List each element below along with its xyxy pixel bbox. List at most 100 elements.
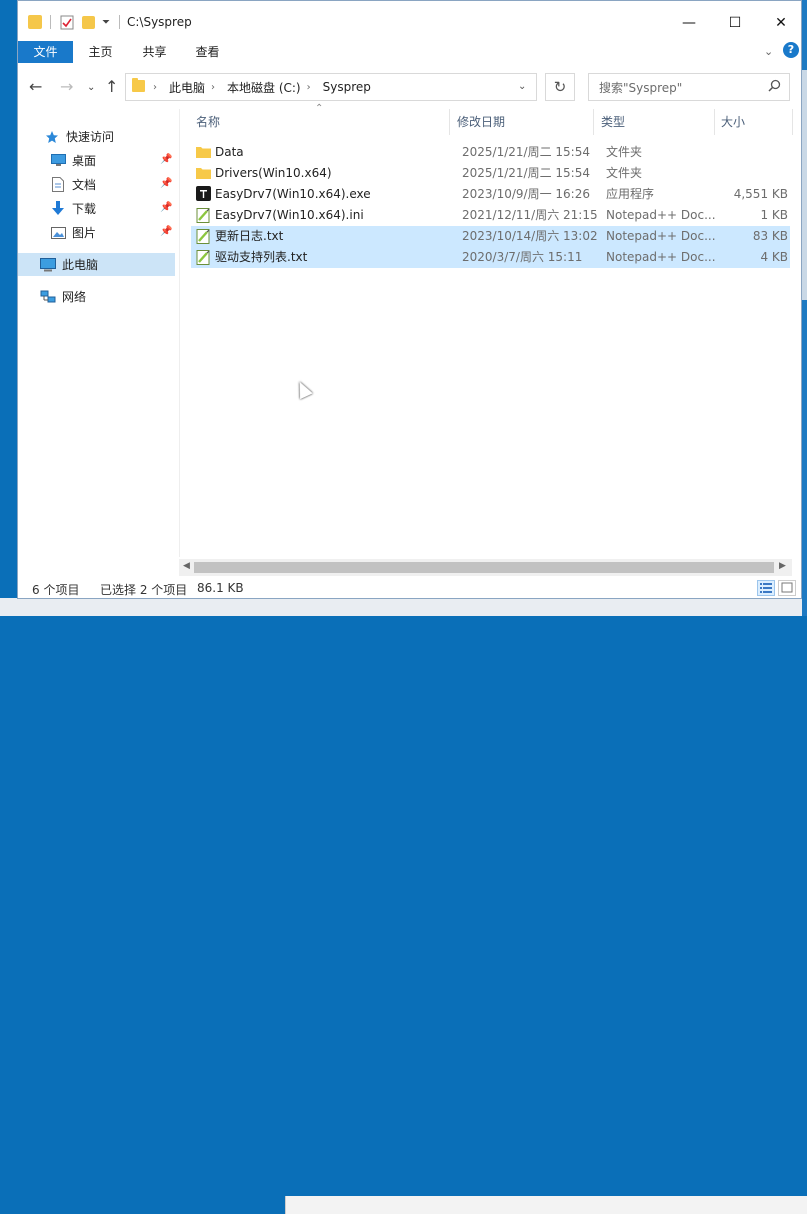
column-divider[interactable]: [449, 109, 450, 135]
file-modified: 2023/10/14/周六 13:02: [462, 229, 598, 243]
window-folder-icon: [28, 13, 42, 31]
table-row[interactable]: Data 2025/1/21/周二 15:54 文件夹: [191, 142, 790, 163]
details-view-button[interactable]: [757, 580, 775, 596]
search-input[interactable]: 搜索"Sysprep": [599, 79, 768, 96]
horizontal-scrollbar[interactable]: ◀ ▶: [179, 559, 792, 576]
tab-file[interactable]: 文件: [18, 41, 73, 63]
column-header-size[interactable]: 大小: [721, 109, 745, 135]
star-icon: [44, 129, 60, 145]
address-bar[interactable]: › 此电脑 › 本地磁盘 (C:) › Sysprep: [125, 73, 537, 101]
ribbon-expand-icon[interactable]: ⌄: [764, 45, 773, 58]
selection-size: 86.1 KB: [197, 581, 244, 595]
explorer-window: ⏷ C:\Sysprep — ☐ ✕ 文件 主页 共享 查看 ⌄ ? ← → ⌄…: [17, 0, 802, 599]
background-window-edge: [802, 0, 807, 616]
file-type: 文件夹: [606, 166, 643, 180]
scroll-right-icon[interactable]: ▶: [779, 561, 786, 571]
sidebar-item-desktop[interactable]: 桌面: [50, 149, 174, 172]
title-separator: [119, 13, 120, 31]
title-bar: ⏷ C:\Sysprep — ☐ ✕: [18, 1, 801, 41]
sidebar-item-network[interactable]: 网络: [40, 285, 174, 308]
file-type: 文件夹: [606, 145, 643, 159]
column-divider[interactable]: [714, 109, 715, 135]
application-icon: [196, 186, 211, 203]
column-divider[interactable]: [792, 109, 793, 135]
file-name: Data: [215, 145, 244, 159]
file-name: 驱动支持列表.txt: [215, 250, 308, 264]
sidebar-item-label: 快速访问: [66, 130, 115, 144]
tab-share[interactable]: 共享: [128, 41, 181, 63]
sidebar-item-this-pc[interactable]: 此电脑: [18, 253, 175, 276]
file-list: ⌃ 名称 修改日期 类型 大小 Data 2025/1/21/周二 15:54 …: [179, 103, 793, 559]
download-icon: [50, 201, 66, 217]
file-modified: 2020/3/7/周六 15:11: [462, 250, 583, 264]
notepad-file-icon: [196, 207, 211, 224]
pin-icon[interactable]: 📌: [160, 202, 172, 213]
scroll-left-icon[interactable]: ◀: [183, 561, 190, 571]
breadcrumb-separator-icon[interactable]: ›: [211, 82, 215, 93]
pin-icon[interactable]: 📌: [160, 154, 172, 165]
sidebar-item-quick-access[interactable]: 快速访问: [44, 125, 174, 148]
folder-icon: [196, 144, 211, 161]
table-row[interactable]: EasyDrv7(Win10.x64).exe 2023/10/9/周一 16:…: [191, 184, 790, 205]
breadcrumb-this-pc[interactable]: 此电脑: [169, 79, 205, 96]
up-button[interactable]: ↑: [105, 77, 118, 96]
selection-count: 已选择 2 个项目: [100, 583, 188, 597]
file-size: 83 KB: [752, 229, 788, 243]
breadcrumb-separator-icon[interactable]: ›: [307, 82, 311, 93]
back-button[interactable]: ←: [29, 77, 42, 96]
properties-icon[interactable]: [60, 13, 74, 31]
help-icon[interactable]: ?: [783, 42, 799, 58]
picture-icon: [50, 225, 66, 241]
desktop-icon: [50, 153, 66, 169]
file-name: Drivers(Win10.x64): [215, 166, 332, 180]
column-header-modified[interactable]: 修改日期: [457, 109, 505, 135]
file-type: Notepad++ Doc...: [606, 208, 716, 222]
folder-icon: [196, 165, 211, 182]
table-row[interactable]: 驱动支持列表.txt 2020/3/7/周六 15:11 Notepad++ D…: [191, 247, 790, 268]
table-row[interactable]: Drivers(Win10.x64) 2025/1/21/周二 15:54 文件…: [191, 163, 790, 184]
file-modified: 2023/10/9/周一 16:26: [462, 187, 590, 201]
sidebar-item-label: 网络: [62, 290, 87, 304]
address-dropdown-icon[interactable]: ⌄: [518, 81, 526, 92]
scrollbar-thumb[interactable]: [194, 562, 774, 573]
sidebar-item-documents[interactable]: 文档: [50, 173, 174, 196]
column-header-type[interactable]: 类型: [601, 109, 625, 135]
pin-icon[interactable]: 📌: [160, 226, 172, 237]
sidebar-item-downloads[interactable]: 下载: [50, 197, 174, 220]
search-icon: [768, 79, 781, 96]
breadcrumb-separator-icon: ›: [153, 81, 157, 93]
new-folder-icon[interactable]: [82, 13, 95, 31]
sidebar-item-label: 此电脑: [62, 258, 99, 272]
sidebar-item-pictures[interactable]: 图片: [50, 221, 174, 244]
table-row[interactable]: 更新日志.txt 2023/10/14/周六 13:02 Notepad++ D…: [191, 226, 790, 247]
sidebar-item-label: 桌面: [72, 154, 97, 168]
desktop-background: [0, 598, 807, 1214]
sort-ascending-icon: ⌃: [315, 103, 324, 114]
search-box[interactable]: 搜索"Sysprep": [588, 73, 790, 101]
refresh-button[interactable]: ↻: [545, 73, 575, 101]
forward-button[interactable]: →: [60, 77, 73, 96]
tab-home[interactable]: 主页: [73, 41, 128, 63]
tab-view[interactable]: 查看: [181, 41, 234, 63]
column-divider[interactable]: [593, 109, 594, 135]
maximize-button[interactable]: ☐: [712, 8, 758, 38]
customize-toolbar-icon[interactable]: ⏷: [102, 13, 110, 31]
file-size: 4 KB: [760, 250, 788, 264]
table-row[interactable]: EasyDrv7(Win10.x64).ini 2021/12/11/周六 21…: [191, 205, 790, 226]
notepad-file-icon: [196, 249, 211, 266]
pin-icon[interactable]: 📌: [160, 178, 172, 189]
address-folder-icon: [132, 77, 145, 95]
network-icon: [40, 289, 56, 305]
ribbon: 文件 主页 共享 查看 ⌄: [18, 41, 801, 63]
breadcrumb-sysprep[interactable]: Sysprep: [323, 80, 371, 94]
close-button[interactable]: ✕: [758, 8, 801, 38]
minimize-button[interactable]: —: [666, 8, 712, 38]
recent-locations-button[interactable]: ⌄: [87, 82, 95, 93]
sidebar-item-label: 下载: [72, 202, 97, 216]
computer-icon: [40, 257, 56, 273]
sidebar-item-label: 文档: [72, 178, 97, 192]
large-icons-view-button[interactable]: [778, 580, 796, 596]
breadcrumb-local-disk[interactable]: 本地磁盘 (C:): [227, 79, 301, 96]
file-name: EasyDrv7(Win10.x64).ini: [215, 208, 364, 222]
column-header-name[interactable]: 名称: [196, 109, 220, 135]
